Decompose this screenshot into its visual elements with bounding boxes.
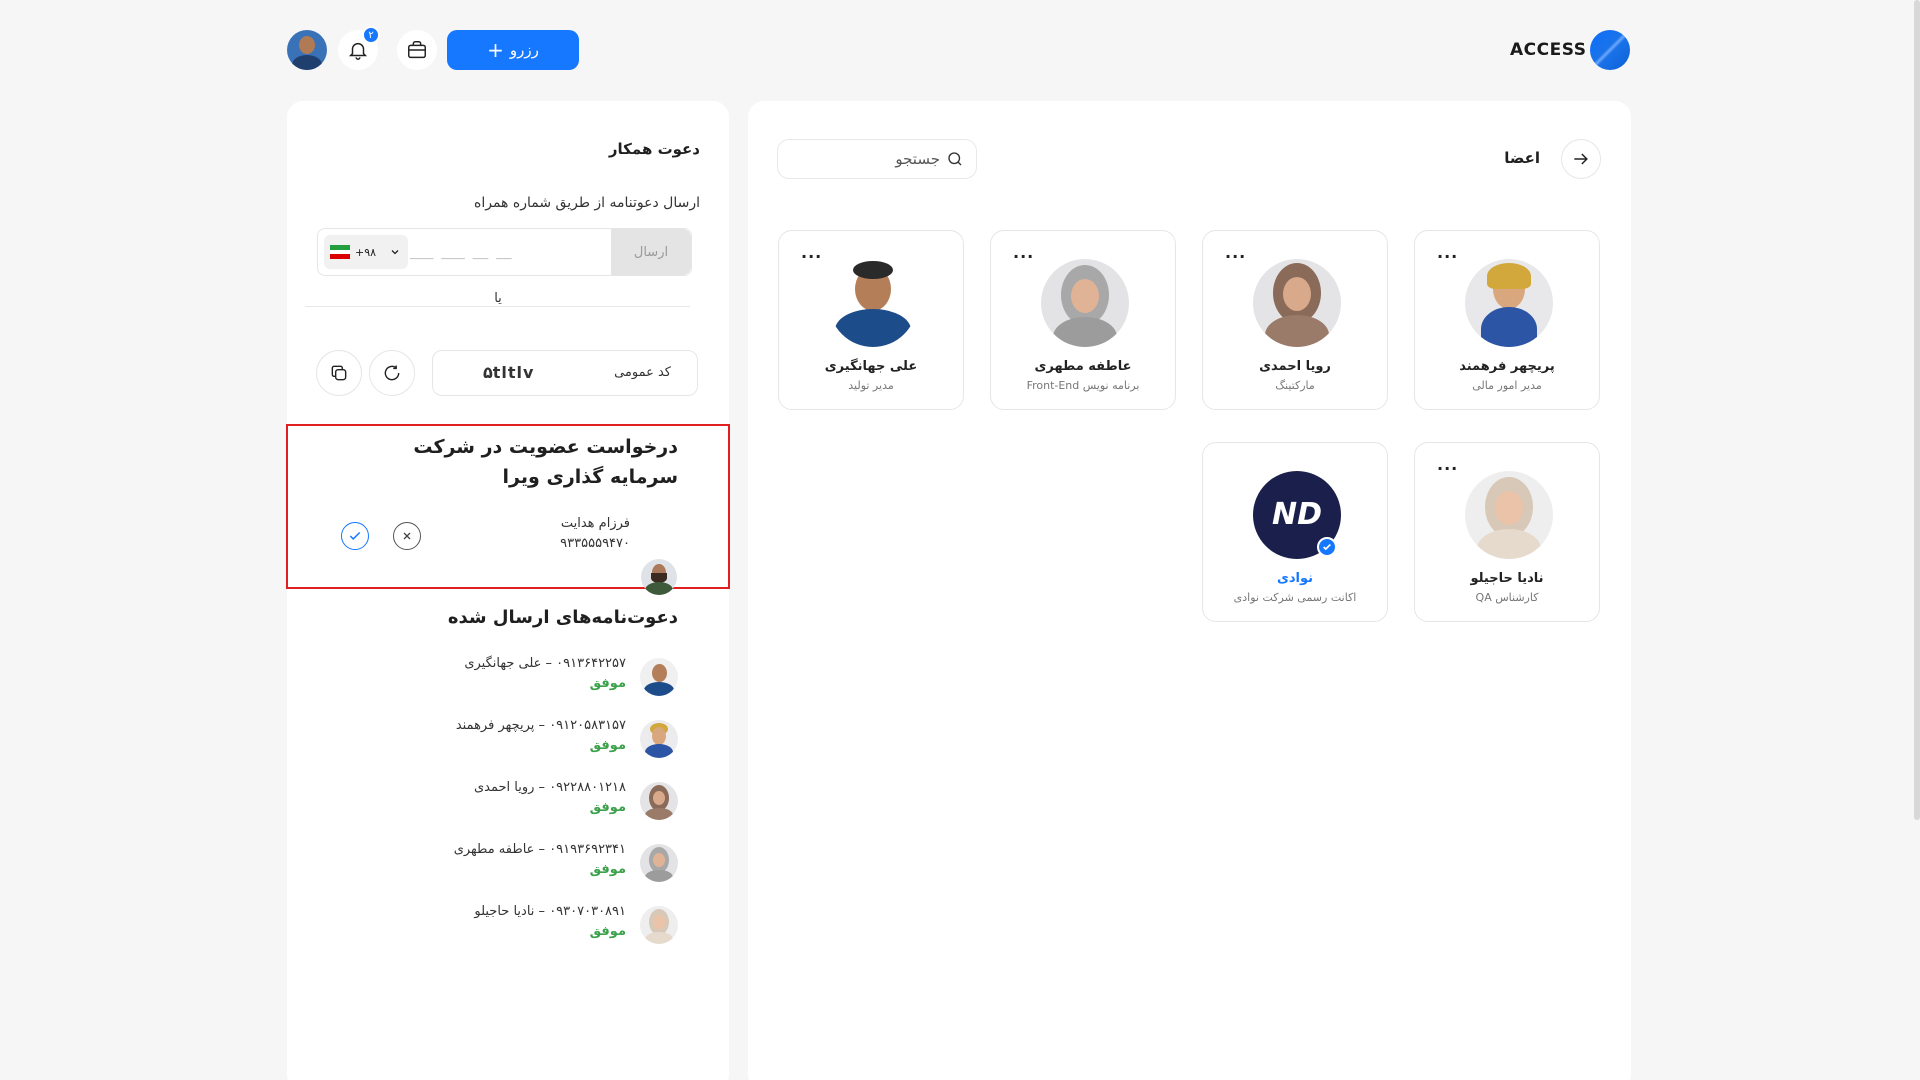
refresh-code-button[interactable] <box>369 350 415 396</box>
country-code-select[interactable]: +۹۸ <box>324 235 408 269</box>
member-avatar <box>1041 259 1129 347</box>
sent-invite-item: ۰۹۱۹۳۶۹۲۳۴۱ – عاطفه مطهری موفق <box>278 840 678 890</box>
invite-text: ۰۹۳۰۷۰۳۰۸۹۱ – نادیا حاجیلو <box>474 904 626 919</box>
request-title: درخواست عضویت در شرکت سرمایه گذاری ویرا <box>413 436 678 488</box>
plus-icon: + <box>487 38 504 62</box>
send-button[interactable]: ارسال <box>611 229 691 275</box>
member-role: اکانت رسمی شرکت نوادی <box>1233 591 1357 604</box>
more-menu-icon[interactable]: ... <box>1225 243 1246 262</box>
member-name: علی جهانگیری <box>824 359 918 374</box>
invitee-avatar <box>640 844 678 882</box>
search-box[interactable] <box>777 139 977 179</box>
reserve-button[interactable]: رزرو + <box>447 30 579 70</box>
country-code: +۹۸ <box>355 245 377 259</box>
public-code-label: کد عمومی <box>614 365 671 380</box>
member-card[interactable]: ... پریچهر فرهمند مدیر امور مالی <box>1414 230 1600 410</box>
search-icon <box>948 152 962 166</box>
copy-code-button[interactable] <box>316 350 362 396</box>
more-menu-icon[interactable]: ... <box>1013 243 1034 262</box>
invitee-avatar <box>640 658 678 696</box>
invitee-avatar <box>640 782 678 820</box>
member-card[interactable]: ... نادیا حاجیلو کارشناس QA <box>1414 442 1600 622</box>
member-avatar <box>1465 259 1553 347</box>
phone-input[interactable] <box>410 241 600 263</box>
phone-invite-row: +۹۸ ارسال <box>317 228 692 276</box>
logo-text: ACCESS <box>1510 40 1587 60</box>
requester-avatar <box>641 559 677 595</box>
member-avatar <box>1465 471 1553 559</box>
close-icon <box>403 532 411 540</box>
invite-text: ۰۹۱۹۳۶۹۲۳۴۱ – عاطفه مطهری <box>453 842 626 857</box>
invite-status: موفق <box>589 738 626 753</box>
public-code-value: ۵tltlv <box>483 363 535 382</box>
invite-status: موفق <box>589 800 626 815</box>
member-card[interactable]: ... عاطفه مطهری برنامه نویس Front-End <box>990 230 1176 410</box>
member-card-official[interactable]: ND نوادی اکانت رسمی شرکت نوادی <box>1202 442 1388 622</box>
member-name: رویا احمدی <box>1259 359 1331 374</box>
search-input[interactable] <box>800 150 940 168</box>
more-menu-icon[interactable]: ... <box>1437 243 1458 262</box>
accept-button[interactable] <box>341 522 369 550</box>
divider <box>305 306 690 307</box>
member-name: پریچهر فرهمند <box>1459 359 1555 374</box>
member-card[interactable]: ... علی جهانگیری مدیر تولید <box>778 230 964 410</box>
scrollbar[interactable] <box>1914 0 1920 820</box>
iran-flag-icon <box>330 245 350 260</box>
copy-icon <box>331 365 347 381</box>
members-title: اعضا <box>1504 149 1540 167</box>
invite-text: ۰۹۲۲۸۸۰۱۲۱۸ – رویا احمدی <box>473 780 626 795</box>
sent-invite-item: ۰۹۲۲۸۸۰۱۲۱۸ – رویا احمدی موفق <box>278 778 678 828</box>
requester-name: فرزام هدایت <box>560 516 630 531</box>
user-avatar[interactable] <box>287 30 327 70</box>
public-code-box: کد عمومی ۵tltlv <box>432 350 698 396</box>
reserve-label: رزرو <box>509 41 539 59</box>
reject-button[interactable] <box>393 522 421 550</box>
member-name: عاطفه مطهری <box>1034 359 1132 374</box>
invitee-avatar <box>640 906 678 944</box>
member-name: نادیا حاجیلو <box>1470 571 1544 586</box>
logo-icon <box>1590 30 1630 70</box>
briefcase-icon <box>408 41 426 59</box>
chevron-down-icon <box>391 250 399 255</box>
invite-status: موفق <box>589 924 626 939</box>
verified-icon <box>1317 537 1337 557</box>
sent-invite-item: ۰۹۳۰۷۰۳۰۸۹۱ – نادیا حاجیلو موفق <box>278 902 678 952</box>
member-role: کارشناس QA <box>1475 591 1539 604</box>
sent-invite-item: ۰۹۱۲۰۵۸۳۱۵۷ – پریچهر فرهمند موفق <box>278 716 678 766</box>
check-icon <box>349 531 361 540</box>
back-button[interactable] <box>1561 139 1601 179</box>
more-menu-icon[interactable]: ... <box>801 243 822 262</box>
arrow-right-icon <box>1574 153 1588 165</box>
brand-logo-text: ND <box>1271 497 1322 532</box>
sent-invites-title: دعوت‌نامه‌های ارسال شده <box>447 607 678 628</box>
briefcase-button[interactable] <box>397 30 437 70</box>
member-role: مارکتینگ <box>1275 379 1315 392</box>
sent-invite-item: ۰۹۱۳۶۴۲۲۵۷ – علی جهانگیری موفق <box>278 654 678 704</box>
member-role: مدیر امور مالی <box>1472 379 1542 392</box>
member-role: برنامه نویس Front-End <box>1026 379 1140 392</box>
notifications-button[interactable]: ۲ <box>338 26 380 70</box>
notification-badge: ۲ <box>362 26 380 44</box>
refresh-icon <box>384 365 400 381</box>
member-avatar <box>1253 259 1341 347</box>
invite-status: موفق <box>589 862 626 877</box>
requester-phone: ۹۳۳۵۵۵۹۴۷۰ <box>560 536 630 551</box>
invite-text: ۰۹۱۳۶۴۲۲۵۷ – علی جهانگیری <box>464 656 626 671</box>
member-avatar <box>829 259 917 347</box>
invite-status: موفق <box>589 676 626 691</box>
more-menu-icon[interactable]: ... <box>1437 455 1458 474</box>
or-text: یا <box>488 291 508 306</box>
invitee-avatar <box>640 720 678 758</box>
invite-text: ۰۹۱۲۰۵۸۳۱۵۷ – پریچهر فرهمند <box>455 718 626 733</box>
member-card[interactable]: ... رویا احمدی مارکتینگ <box>1202 230 1388 410</box>
invite-title: دعوت همکار <box>608 140 700 158</box>
invite-subtitle: ارسال دعوتنامه از طریق شماره همراه <box>474 195 700 211</box>
member-role: مدیر تولید <box>848 379 894 392</box>
member-name: نوادی <box>1276 571 1314 586</box>
